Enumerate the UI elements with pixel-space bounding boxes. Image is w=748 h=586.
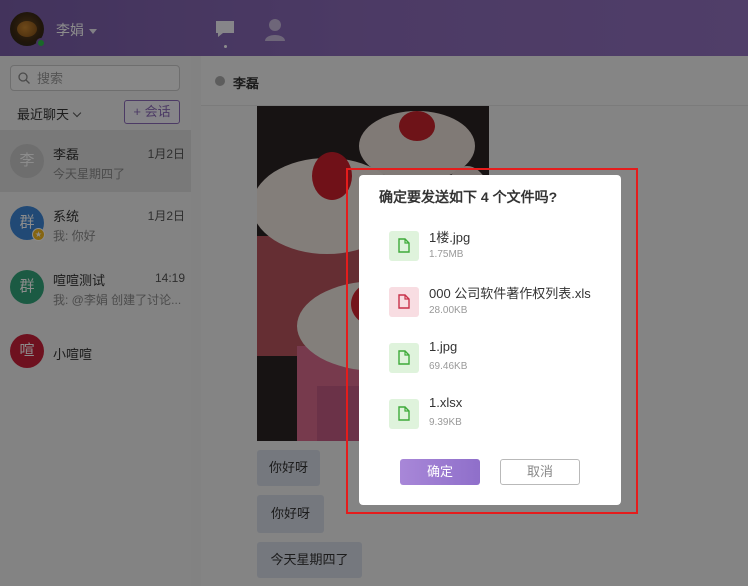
file-name: 1.jpg [429,339,458,354]
file-icon [389,231,419,261]
file-name: 1楼.jpg [429,230,471,245]
file-icon [389,287,419,317]
file-item: 1楼.jpg 1.75MB [389,227,614,267]
confirm-button[interactable]: 确定 [400,459,480,485]
file-item: 000 公司软件著作权列表.xls 28.00KB [389,283,614,323]
file-size: 28.00KB [429,305,468,316]
file-size: 9.39KB [429,417,462,428]
file-icon [389,399,419,429]
file-name: 000 公司软件著作权列表.xls [429,286,591,301]
file-size: 1.75MB [429,249,464,260]
file-name: 1.xlsx [429,395,463,410]
file-item: 1.xlsx 9.39KB [389,395,614,435]
cancel-button[interactable]: 取消 [500,459,580,485]
file-item: 1.jpg 69.46KB [389,339,614,379]
send-files-dialog: 确定要发送如下 4 个文件吗? 1楼.jpg 1.75MB 000 公司软件著作… [359,175,621,505]
file-size: 69.46KB [429,361,468,372]
dialog-title: 确定要发送如下 4 个文件吗? [379,189,558,205]
file-icon [389,343,419,373]
